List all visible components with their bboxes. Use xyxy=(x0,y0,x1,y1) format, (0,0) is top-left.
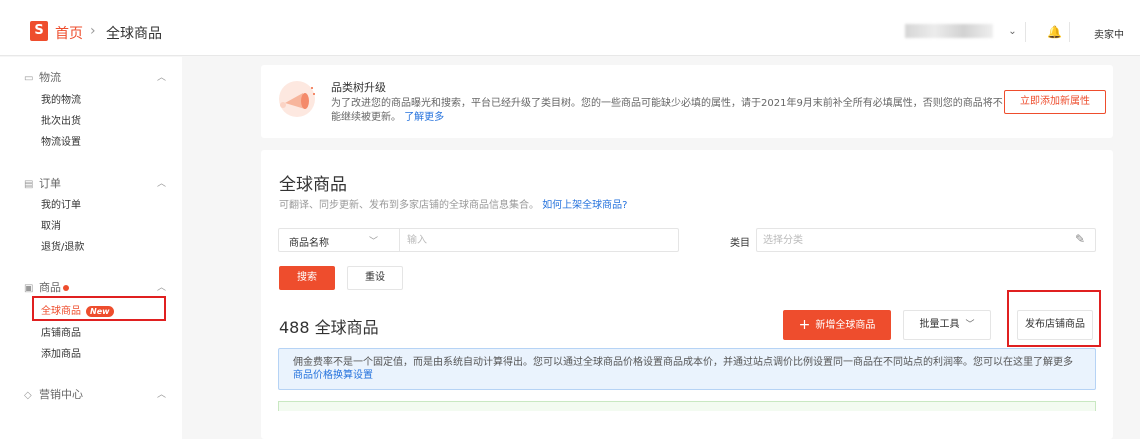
sidebar-item-shop-products[interactable]: 店铺商品 xyxy=(41,324,81,339)
sidebar-section-products[interactable]: ▣ 商品 xyxy=(24,279,69,295)
breadcrumb-separator-icon: › xyxy=(90,23,96,39)
category-input[interactable] xyxy=(763,233,1053,247)
sidebar-item-my-logistics[interactable]: 我的物流 xyxy=(41,91,81,106)
page-title: 全球商品 xyxy=(279,175,347,195)
truck-icon: ▭ xyxy=(24,73,34,84)
add-attributes-button[interactable]: 立即添加新属性 xyxy=(1004,90,1106,114)
publish-shop-product-button[interactable]: 发布店铺商品 xyxy=(1017,310,1093,340)
sidebar-section-logistics[interactable]: ▭ 物流 xyxy=(24,69,61,85)
chevron-up-icon[interactable]: ︿ xyxy=(157,176,166,189)
reset-button[interactable]: 重设 xyxy=(347,266,403,290)
plus-icon: + xyxy=(798,317,811,333)
notice-title: 品类树升级 xyxy=(331,81,386,94)
sidebar-item-logistics-settings[interactable]: 物流设置 xyxy=(41,133,81,148)
how-to-list-link[interactable]: 如何上架全球商品? xyxy=(542,200,627,211)
chevron-down-icon: ﹀ xyxy=(965,320,975,330)
chevron-up-icon[interactable]: ︿ xyxy=(157,70,166,83)
product-name-input[interactable] xyxy=(407,233,667,247)
account-chevron-down-icon[interactable]: ⌄ xyxy=(1000,22,1026,42)
product-name-filter: 商品名称 ﹀ xyxy=(278,228,679,252)
sidebar-section-marketing[interactable]: ◇ 营销中心 xyxy=(24,386,83,402)
account-name-blurred[interactable] xyxy=(905,24,993,38)
sidebar-item-batch-shipping[interactable]: 批次出货 xyxy=(41,112,81,127)
bulk-tools-button[interactable]: 批量工具 ﹀ xyxy=(903,310,991,340)
chevron-down-icon[interactable]: ﹀ xyxy=(369,234,378,247)
sidebar-item-global-products[interactable]: 全球商品 New xyxy=(41,302,114,317)
success-banner-partial xyxy=(278,401,1096,411)
product-box-icon: ▣ xyxy=(24,283,34,294)
add-global-product-button[interactable]: + 新增全球商品 xyxy=(783,310,891,340)
shopee-logo-icon[interactable]: S xyxy=(30,21,48,41)
sidebar-item-my-orders[interactable]: 我的订单 xyxy=(41,196,81,211)
top-header: S 首页 › 全球商品 ⌄ 🔔 卖家中 xyxy=(0,0,1140,56)
page-subtitle: 可翻译、同步更新、发布到多家店铺的全球商品信息集合。 如何上架全球商品? xyxy=(279,200,628,211)
megaphone-illustration-icon xyxy=(279,81,315,117)
global-products-panel: 全球商品 可翻译、同步更新、发布到多家店铺的全球商品信息集合。 如何上架全球商品… xyxy=(261,150,1113,439)
sidebar-section-orders[interactable]: ▤ 订单 xyxy=(24,175,61,191)
price-conversion-settings-link[interactable]: 商品价格换算设置 xyxy=(293,370,373,381)
edit-pencil-icon[interactable]: ✎ xyxy=(1075,232,1085,246)
learn-more-link[interactable]: 了解更多 xyxy=(404,112,444,123)
order-icon: ▤ xyxy=(24,179,34,190)
notice-description: 为了改进您的商品曝光和搜索，平台已经升级了类目树。您的一些商品可能缺少必填的属性… xyxy=(331,98,1003,123)
product-count: 488 全球商品 xyxy=(279,318,379,337)
chevron-up-icon[interactable]: ︿ xyxy=(157,387,166,400)
red-dot-badge xyxy=(63,285,69,291)
new-badge: New xyxy=(86,306,114,317)
category-label: 类目 xyxy=(730,238,750,249)
filter-divider xyxy=(399,229,400,251)
sidebar-item-cancellations[interactable]: 取消 xyxy=(41,217,61,232)
filter-type-select[interactable]: 商品名称 xyxy=(289,234,329,249)
tag-icon: ◇ xyxy=(24,390,32,401)
chevron-up-icon[interactable]: ︿ xyxy=(157,280,166,293)
category-filter: ✎ xyxy=(756,228,1096,252)
category-upgrade-notice: 品类树升级 为了改进您的商品曝光和搜索，平台已经升级了类目树。您的一些商品可能缺… xyxy=(261,65,1113,138)
seller-center-link[interactable]: 卖家中 xyxy=(1094,26,1124,41)
notification-bell-icon[interactable]: 🔔 xyxy=(1040,22,1070,42)
sidebar: ▭ 物流 ︿ 我的物流 批次出货 物流设置 ▤ 订单 ︿ 我的订单 取消 退货/退款… xyxy=(0,57,182,439)
breadcrumb-home[interactable]: 首页 xyxy=(55,23,83,43)
sidebar-item-returns[interactable]: 退货/退款 xyxy=(41,238,84,253)
breadcrumb-current: 全球商品 xyxy=(106,26,162,42)
commission-info-banner: 佣金费率不是一个固定值，而是由系统自动计算得出。您可以通过全球商品价格设置商品成… xyxy=(278,348,1096,390)
search-button[interactable]: 搜索 xyxy=(279,266,335,290)
sidebar-item-add-product[interactable]: 添加商品 xyxy=(41,345,81,360)
